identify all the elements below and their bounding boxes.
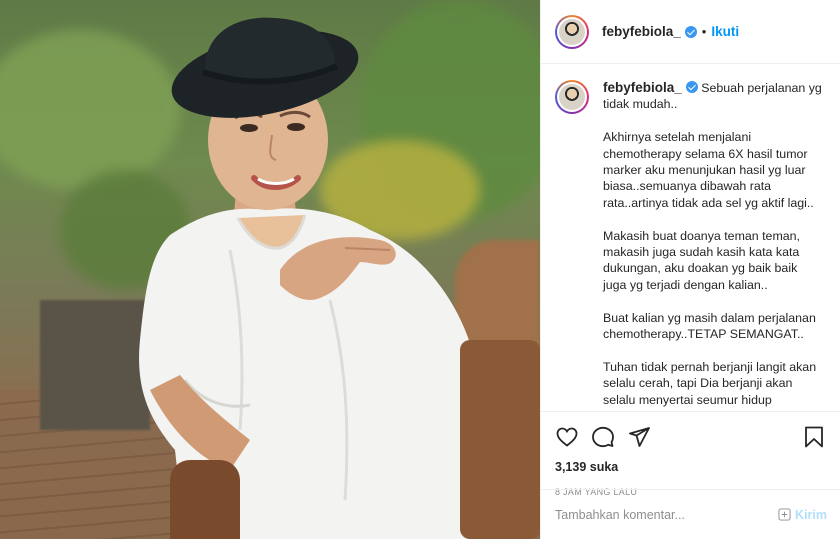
emoji-icon[interactable] <box>778 508 791 521</box>
post-sidebar: febyfebiola_ • Ikuti febyfebiola_ Sebuah… <box>540 0 840 539</box>
paper-plane-icon[interactable] <box>627 425 651 449</box>
caption-paragraph: Makasih buat doanya teman teman, makasih… <box>603 228 800 292</box>
post-photo[interactable] <box>0 0 540 539</box>
post-comment-button[interactable]: Kirim <box>778 508 827 522</box>
caption-area[interactable]: febyfebiola_ Sebuah perjalanan yg tidak … <box>541 64 840 411</box>
verified-icon <box>684 25 697 38</box>
chair-armrest-left <box>170 460 240 539</box>
woman-figure <box>139 17 490 539</box>
verified-icon <box>685 81 698 93</box>
comment-form: Tambahkan komentar... Kirim <box>541 489 840 539</box>
instagram-post: febyfebiola_ • Ikuti febyfebiola_ Sebuah… <box>0 0 840 539</box>
caption-paragraph: Buat kalian yg masih dalam perjalanan ch… <box>603 310 816 342</box>
avatar[interactable] <box>555 14 589 49</box>
caption-paragraph: febyfebiola_ Sebuah perjalanan yg tidak … <box>603 80 823 113</box>
caption-username[interactable]: febyfebiola_ <box>603 80 682 95</box>
caption: febyfebiola_ Sebuah perjalanan yg tidak … <box>555 80 826 408</box>
comment-icon[interactable] <box>591 425 615 449</box>
heart-icon[interactable] <box>555 425 579 449</box>
like-count[interactable]: 3,139 suka <box>555 460 826 474</box>
post-comment-label: Kirim <box>795 507 827 522</box>
caption-paragraph: Tuhan tidak pernah berjanji langit akan … <box>603 359 817 407</box>
follow-button[interactable]: Ikuti <box>711 24 739 39</box>
post-header: febyfebiola_ • Ikuti <box>541 0 840 64</box>
caption-paragraph: Akhirnya setelah menjalani chemotherapy … <box>603 130 814 210</box>
comment-input[interactable]: Tambahkan komentar... <box>555 508 778 522</box>
separator-dot: • <box>701 24 707 39</box>
header-username[interactable]: febyfebiola_ <box>602 24 681 39</box>
action-icons <box>555 416 826 458</box>
bookmark-icon[interactable] <box>802 425 826 449</box>
caption-body: febyfebiola_ Sebuah perjalanan yg tidak … <box>603 80 823 408</box>
chair-armrest <box>460 340 540 539</box>
caption-avatar[interactable] <box>555 80 589 114</box>
post-actions: 3,139 suka 8 JAM YANG LALU Tambahkan kom… <box>541 411 840 539</box>
